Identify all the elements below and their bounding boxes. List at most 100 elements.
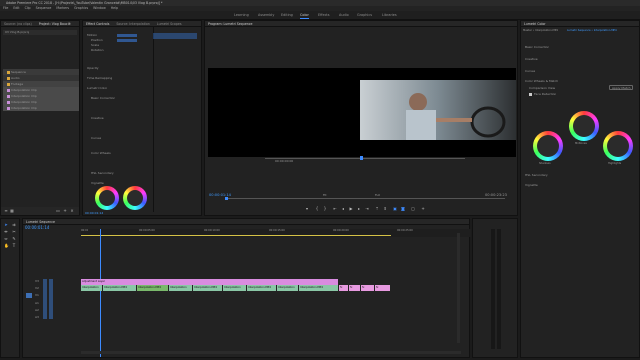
tab-lumetri-color[interactable]: Lumetri Color (524, 22, 546, 26)
ec-section-opacity[interactable]: Opacity (87, 66, 99, 70)
track-label-a2[interactable]: A2 (35, 308, 39, 312)
play-icon[interactable]: ▶ (349, 207, 353, 211)
ec-hsl-secondary[interactable]: HSL Secondary (91, 171, 114, 175)
selection-tool-icon[interactable]: ➤ (4, 223, 8, 227)
ec-color-wheels[interactable]: Color Wheels (91, 151, 111, 155)
marker-icon[interactable]: ▾ (305, 207, 309, 211)
track-toggle-column[interactable] (49, 279, 53, 319)
track-label-v2[interactable]: V2 (35, 286, 39, 290)
lumetri-section-basic[interactable]: Basic Correction (525, 45, 549, 49)
lumetri-section-hsl[interactable]: HSL Secondary (525, 173, 548, 177)
shadows-color-wheel[interactable] (533, 131, 563, 161)
lumetri-section-vignette[interactable]: Vignette (525, 183, 538, 187)
timeline-clip[interactable]: Interpolation (223, 285, 247, 291)
export-frame-icon[interactable]: ◙ (401, 207, 405, 211)
mark-out-icon[interactable]: } (323, 207, 327, 211)
lumetri-sequence-source[interactable]: Lumetri Sequence • Interpolation.MP4 (567, 29, 617, 33)
menu-clip[interactable]: Clip (25, 6, 31, 10)
ec-basic-correction[interactable]: Basic Correction (91, 96, 115, 100)
tab-program[interactable]: Program: Lumetri Sequence (208, 22, 253, 26)
step-back-icon[interactable]: ◂ (341, 207, 345, 211)
menu-window[interactable]: Window (93, 6, 106, 10)
timeline-clip[interactable]: Interpolation.MP4 (103, 285, 137, 291)
tab-source[interactable]: Source: (no clips) (4, 22, 32, 26)
menu-edit[interactable]: Edit (13, 6, 19, 10)
lift-icon[interactable]: ⇡ (375, 207, 379, 211)
timeline-vertical-scrollbar[interactable] (457, 233, 460, 343)
workspace-effects[interactable]: Effects (318, 13, 330, 17)
lumetri-section-creative[interactable]: Creative (525, 57, 538, 61)
trash-icon[interactable]: × (70, 209, 74, 213)
extract-icon[interactable]: ⇞ (383, 207, 387, 211)
lumetri-comparison-view-button[interactable]: Comparison View (529, 86, 555, 90)
face-detection-checkbox[interactable] (529, 93, 532, 96)
icon-view-icon[interactable]: ▦ (10, 209, 14, 213)
menu-file[interactable]: File (3, 6, 8, 10)
track-label-a1[interactable]: A1 (35, 301, 39, 305)
track-label-a3[interactable]: A3 (35, 315, 39, 319)
timeline-clip[interactable]: fx (375, 285, 391, 291)
go-to-out-icon[interactable]: ⇥ (365, 207, 369, 211)
timeline-playhead[interactable] (100, 229, 101, 357)
workspace-libraries[interactable]: Libraries (382, 13, 397, 17)
hand-tool-icon[interactable]: ✋ (4, 244, 9, 248)
add-button-icon[interactable]: + (421, 207, 425, 211)
timeline-zoom-scrollbar[interactable] (81, 351, 461, 354)
ec-vignette[interactable]: Vignette (91, 181, 104, 185)
mark-in-icon[interactable]: { (315, 207, 319, 211)
slip-tool-icon[interactable]: ⇔ (4, 237, 8, 241)
track-label-v3[interactable]: V3 (35, 279, 39, 283)
menu-graphics[interactable]: Graphics (74, 6, 88, 10)
ec-section-time-remap[interactable]: Time Remapping (87, 76, 112, 80)
workspace-assembly[interactable]: Assembly (258, 13, 274, 17)
new-bin-icon[interactable]: ▭ (56, 209, 60, 213)
lumetri-apply-match-button[interactable]: Apply Match (609, 85, 633, 90)
ec-value-field[interactable] (117, 34, 137, 37)
ec-timecode[interactable]: 00:00:01:14 (85, 211, 103, 215)
ec-color-wheel-midtones[interactable] (123, 186, 147, 210)
ec-section-motion[interactable]: Motion (87, 33, 97, 37)
ec-value-field[interactable] (117, 39, 137, 42)
tab-project[interactable]: Project: Vlog Bouclé (39, 22, 71, 26)
workspace-learning[interactable]: Learning (234, 13, 249, 17)
track-toggle-column[interactable] (43, 279, 47, 319)
monitor-zoom-handle[interactable] (225, 197, 228, 200)
midtones-color-wheel[interactable] (569, 111, 599, 141)
monitor-resolution-select[interactable]: Full (375, 193, 380, 197)
timeline-clip[interactable]: fx (361, 285, 375, 291)
ec-mini-timeline-clip[interactable] (153, 33, 197, 39)
list-view-icon[interactable]: ≡ (4, 209, 8, 213)
tab-lumetri-scopes[interactable]: Lumetri Scopes (157, 22, 182, 26)
go-to-in-icon[interactable]: ⇤ (333, 207, 337, 211)
tab-effect-controls[interactable]: Effect Controls (86, 22, 109, 26)
lumetri-section-curves[interactable]: Curves (525, 69, 535, 73)
work-area-bar[interactable] (81, 235, 391, 236)
monitor-playhead[interactable] (360, 156, 363, 160)
workspace-audio[interactable]: Audio (339, 13, 349, 17)
ec-section-lumetri[interactable]: Lumetri Color (87, 86, 107, 90)
timeline-clip[interactable]: Interpolation.MP4 (137, 285, 169, 291)
lumetri-section-color-wheels[interactable]: Color Wheels & Match (525, 79, 558, 83)
new-item-icon[interactable]: + (63, 209, 67, 213)
workspace-color[interactable]: Color (300, 13, 309, 19)
video-viewer[interactable] (208, 68, 516, 157)
razor-tool-icon[interactable]: ✂ (12, 230, 16, 234)
workspace-editing[interactable]: Editing (281, 13, 293, 17)
ec-color-wheel-shadows[interactable] (95, 186, 119, 210)
timeline-clip[interactable]: fx (339, 285, 349, 291)
monitor-zoom-track[interactable] (225, 198, 505, 199)
lumetri-master-source[interactable]: Master • Interpolation.MP4 (523, 29, 558, 33)
step-forward-icon[interactable]: ▸ (357, 207, 361, 211)
track-label-v1[interactable]: V1 (35, 293, 39, 297)
tab-sequence[interactable]: Lumetri Sequence (26, 220, 55, 224)
timeline-clip[interactable]: Interpolation (169, 285, 193, 291)
ripple-edit-tool-icon[interactable]: ⇹ (4, 230, 8, 234)
project-item-row[interactable]: Interpolation Clip (3, 105, 79, 111)
safe-margins-icon[interactable]: ▢ (411, 207, 415, 211)
workspace-graphics[interactable]: Graphics (357, 13, 372, 17)
timeline-clip[interactable]: Interpolation.MP4 (299, 285, 339, 291)
comparison-view-icon[interactable]: ▣ (393, 207, 397, 211)
menu-sequence[interactable]: Sequence (36, 6, 52, 10)
highlights-color-wheel[interactable] (603, 131, 633, 161)
timeline-clip[interactable]: Interpolation.MP4 (193, 285, 223, 291)
